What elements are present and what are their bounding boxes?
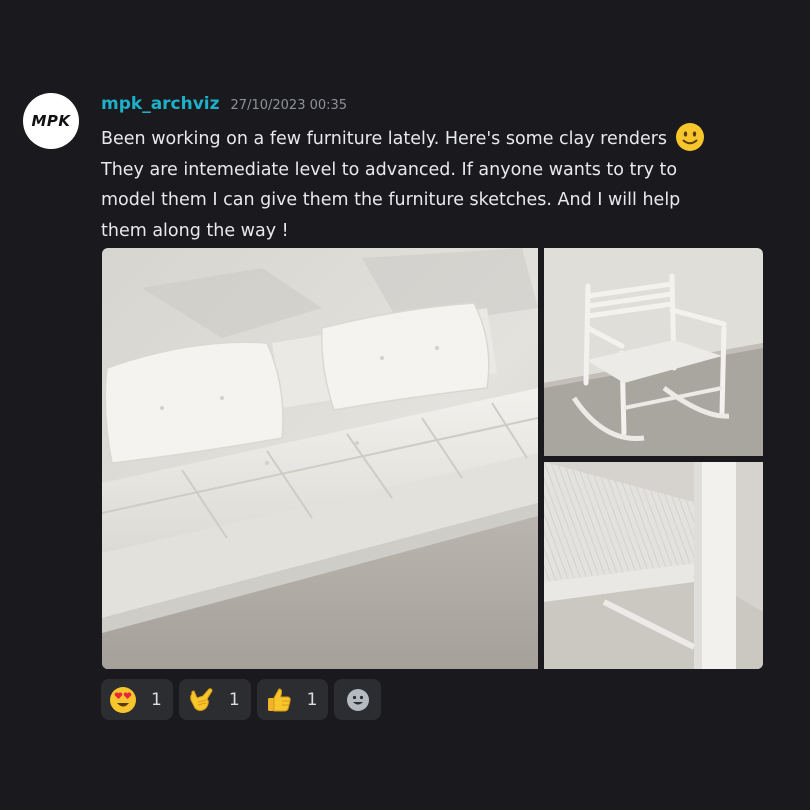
message-header: mpk_archviz 27/10/2023 00:35	[101, 94, 347, 114]
chat-message: MPK mpk_archviz 27/10/2023 00:35 Been wo…	[0, 0, 810, 810]
rocking-chair-render-image[interactable]	[544, 248, 763, 456]
user-avatar[interactable]: MPK	[23, 93, 79, 149]
reaction-count: 1	[306, 689, 318, 710]
sofa-render-image[interactable]	[102, 248, 538, 669]
call-me-hand-icon	[190, 687, 213, 711]
reaction-bar: 1 1 1	[101, 679, 382, 720]
message-line: them along the way !	[101, 220, 289, 241]
username[interactable]: mpk_archviz	[101, 94, 220, 114]
slightly-smiling-face-icon	[676, 123, 705, 151]
message-line: model them I can give them the furniture…	[101, 190, 681, 210]
reaction-call-me-hand[interactable]: 1	[178, 679, 251, 720]
add-reaction-button[interactable]	[334, 679, 382, 720]
image-gallery	[102, 248, 763, 669]
reaction-thumbs-up[interactable]: 1	[256, 679, 329, 720]
message-line: They are intemediate level to advanced. …	[101, 159, 678, 180]
message-line: Been working on a few furniture lately. …	[101, 122, 781, 155]
avatar-initials: MPK	[31, 112, 71, 130]
chair-detail-render-image[interactable]	[544, 462, 763, 669]
reaction-heart-eyes[interactable]: 1	[101, 679, 173, 720]
thumbs-up-icon	[267, 687, 291, 711]
heart-eyes-face-icon	[110, 686, 136, 713]
reaction-count: 1	[228, 689, 240, 710]
smiley-add-icon	[346, 688, 369, 711]
reaction-count: 1	[151, 689, 162, 710]
timestamp[interactable]: 27/10/2023 00:35	[231, 98, 348, 113]
message-content: Been working on a few furniture lately. …	[101, 122, 781, 246]
